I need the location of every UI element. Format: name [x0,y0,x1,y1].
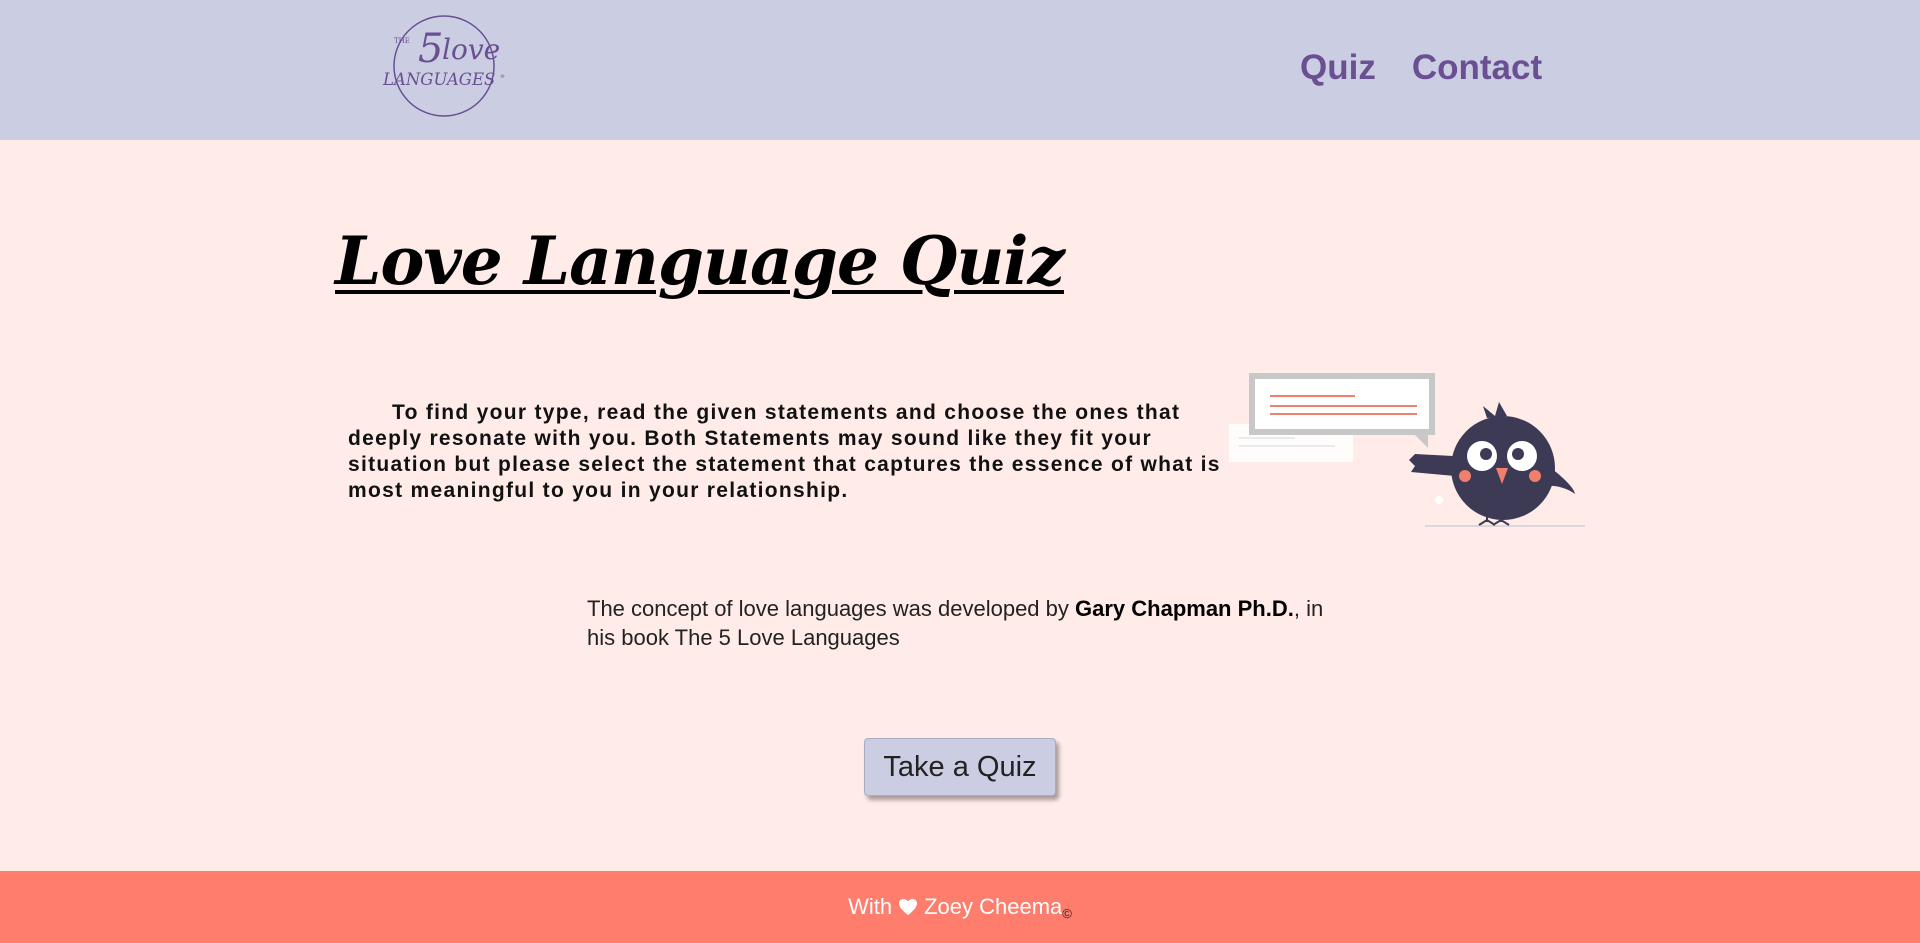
svg-text:THE: THE [394,37,410,45]
take-quiz-button[interactable]: Take a Quiz [864,738,1056,796]
heart-icon [899,898,918,916]
credit-prefix: The concept of love languages was develo… [587,596,1075,621]
svg-text:love: love [442,33,500,66]
credit-text: The concept of love languages was develo… [587,594,1347,652]
footer-with-text: With [848,894,893,919]
nav-contact-link[interactable]: Contact [1412,48,1542,88]
five-love-languages-logo[interactable]: THE 5 love LANGUAGES ® [380,12,510,118]
credit-author: Gary Chapman Ph.D. [1075,596,1294,621]
nav-quiz-link[interactable]: Quiz [1300,48,1376,88]
site-header: THE 5 love LANGUAGES ® Quiz Contact [0,0,1920,140]
page-title: Love Language Quiz [335,222,1065,300]
svg-text:5: 5 [418,26,443,72]
footer-author-name: Zoey Cheema [924,894,1063,919]
intro-paragraph: To find your type, read the given statem… [348,401,1221,502]
site-footer: With Zoey Cheema © [0,871,1920,943]
svg-text:LANGUAGES: LANGUAGES [382,70,495,89]
copyright-symbol: © [1062,906,1072,921]
svg-text:®: ® [500,73,505,80]
bird-speech-bubble-illustration [1229,373,1585,527]
main-nav: Quiz Contact [1300,48,1542,88]
